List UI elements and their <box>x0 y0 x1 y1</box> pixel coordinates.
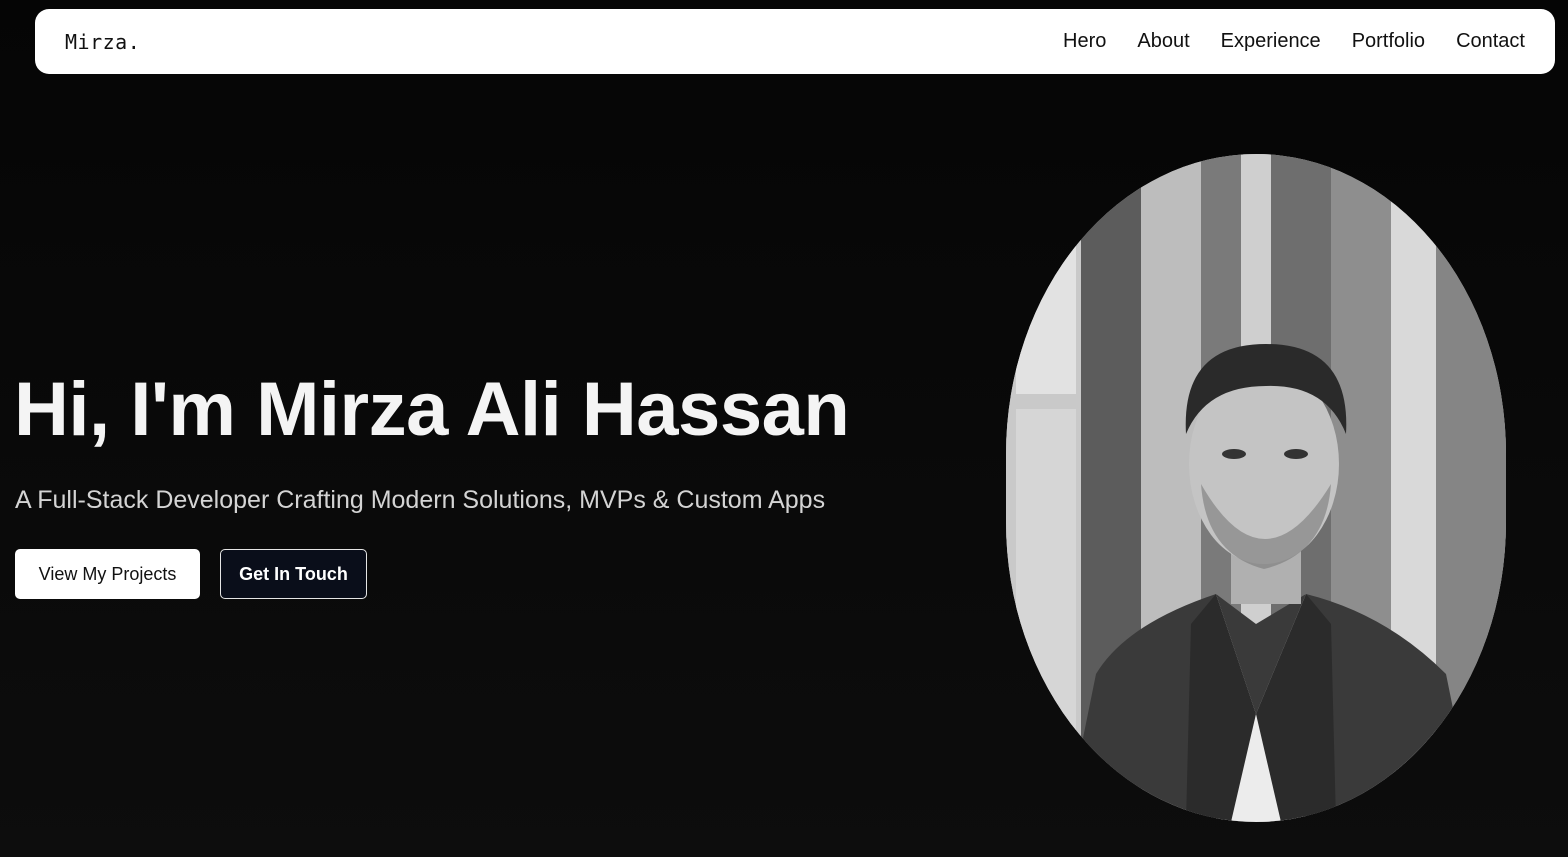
view-projects-button[interactable]: View My Projects <box>15 549 200 599</box>
nav-link-portfolio[interactable]: Portfolio <box>1352 30 1425 53</box>
nav-links: Hero About Experience Portfolio Contact <box>1063 30 1525 53</box>
nav-link-contact[interactable]: Contact <box>1456 30 1525 53</box>
nav-link-hero[interactable]: Hero <box>1063 30 1106 53</box>
nav-link-about[interactable]: About <box>1137 30 1189 53</box>
site-logo[interactable]: Mirza. <box>65 30 140 54</box>
nav-link-experience[interactable]: Experience <box>1221 30 1321 53</box>
hero-subtitle: A Full-Stack Developer Crafting Modern S… <box>15 486 826 514</box>
hero-title: Hi, I'm Mirza Ali Hassan <box>14 367 850 452</box>
top-navbar: Mirza. Hero About Experience Portfolio C… <box>35 9 1555 74</box>
get-in-touch-button[interactable]: Get In Touch <box>220 549 367 599</box>
portrait-photo <box>1006 154 1506 822</box>
portrait-illustration <box>1006 154 1506 822</box>
